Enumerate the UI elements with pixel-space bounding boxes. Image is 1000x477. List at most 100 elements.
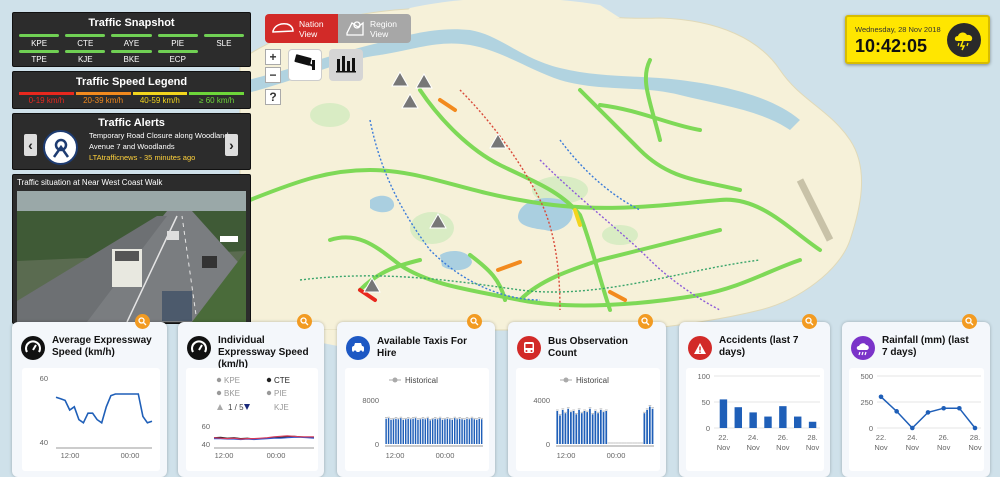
x-tick-unit: Nov xyxy=(776,443,790,452)
card-bus[interactable]: Bus Observation Count Historical 4000 0 12:… xyxy=(508,322,666,477)
region-view-button[interactable]: Region View xyxy=(338,14,411,43)
bar xyxy=(646,409,648,444)
bar xyxy=(597,413,599,444)
bar xyxy=(461,419,463,444)
card-rainfall[interactable]: Rainfall (mm) (last 7 days) 500 250 0 22. No… xyxy=(842,322,990,477)
taxis-chart[interactable]: Historical 8000 0 12:00 00:00 xyxy=(345,368,489,471)
legend-pager: 1 / 5 xyxy=(228,403,244,412)
bar xyxy=(591,414,594,444)
card-taxis[interactable]: Available Taxis For Hire Historical 8000 0… xyxy=(337,322,495,477)
accident-bar xyxy=(764,416,772,428)
x-tick-label: 00:00 xyxy=(121,451,140,460)
bar xyxy=(575,414,578,444)
legend-marker xyxy=(266,377,272,383)
region-view-label: Region View xyxy=(370,18,397,39)
card-accidents[interactable]: Accidents (last 7 days) 100 50 0 22. Nov 24. N… xyxy=(679,322,830,477)
bar xyxy=(385,418,387,444)
legend-label: 20-39 km/h xyxy=(83,96,124,105)
card-title: Rainfall (mm) (last 7 days) xyxy=(882,335,969,358)
legend-swatch xyxy=(189,92,244,95)
bar xyxy=(594,411,597,444)
bar xyxy=(387,418,390,444)
magnify-icon[interactable] xyxy=(802,314,817,329)
accident-bar xyxy=(794,416,802,428)
bar xyxy=(434,418,436,444)
speed-bar xyxy=(111,50,152,53)
alert-next-button[interactable]: › xyxy=(225,134,238,156)
bus-chart[interactable]: Historical 4000 0 12:00 00:00 xyxy=(516,368,660,471)
bar xyxy=(436,419,439,444)
bar xyxy=(402,419,404,444)
bar xyxy=(412,418,414,444)
snapshot-label: KJE xyxy=(77,55,93,64)
snapshot-label: ECP xyxy=(169,55,186,64)
bar xyxy=(643,413,646,444)
snapshot-title: Traffic Snapshot xyxy=(88,17,175,29)
speed-bar xyxy=(65,50,106,53)
bar xyxy=(407,418,409,444)
snapshot-cte[interactable]: CTE xyxy=(65,34,106,49)
legend-item: CTE xyxy=(274,376,290,385)
individual-speed-chart[interactable]: KPE CTE BKE PIE 1 / 5 KJE 60 40 12:00 00:00 xyxy=(186,368,318,471)
magnify-icon[interactable] xyxy=(638,314,653,329)
accident-bar xyxy=(779,406,787,428)
snapshot-kje[interactable]: KJE xyxy=(65,50,106,65)
y-tick-label: 4000 xyxy=(533,396,550,405)
camera-image[interactable] xyxy=(17,191,246,322)
snapshot-aye[interactable]: AYE xyxy=(111,34,152,49)
rainfall-point xyxy=(957,405,962,411)
snapshot-sle[interactable]: SLE xyxy=(203,34,244,49)
magnify-icon[interactable] xyxy=(962,314,977,329)
bar xyxy=(580,413,583,444)
accident-bar xyxy=(734,407,742,428)
legend-historical: Historical xyxy=(576,376,609,385)
y-tick-label: 60 xyxy=(40,374,48,383)
speed-bar xyxy=(157,34,198,37)
alert-content[interactable]: Temporary Road Closure along Woodlands A… xyxy=(89,130,234,163)
bar xyxy=(424,419,427,444)
speedometer-icon xyxy=(187,336,211,360)
rainfall-point xyxy=(894,409,899,414)
accident-bar xyxy=(749,412,757,428)
speed-bar xyxy=(65,34,106,37)
zoom-out-button[interactable]: − xyxy=(265,67,281,83)
snapshot-label: TPE xyxy=(31,55,47,64)
x-tick-unit: Nov xyxy=(806,443,820,452)
card-individual-speed[interactable]: Individual Expressway Speed (km/h) KPE CT… xyxy=(178,322,324,477)
magnify-icon[interactable] xyxy=(135,314,150,329)
snapshot-ecp[interactable]: ECP xyxy=(157,50,198,65)
snapshot-tpe[interactable]: TPE xyxy=(19,50,60,65)
speed-series-line xyxy=(55,393,153,425)
speedometer-icon xyxy=(21,336,45,360)
bar xyxy=(605,411,608,444)
x-tick-label: 22. xyxy=(876,433,886,442)
legend-next-arrow xyxy=(244,404,250,410)
snapshot-kpe[interactable]: KPE xyxy=(19,34,60,49)
accidents-chart[interactable]: 100 50 0 22. Nov 24. Nov 26. Nov 28. Nov xyxy=(686,368,824,471)
bar xyxy=(451,419,453,444)
snapshot-pie[interactable]: PIE xyxy=(157,34,198,49)
view-toggle: Nation View Region View xyxy=(265,14,411,43)
help-button[interactable]: ? xyxy=(265,89,281,105)
alert-prev-button[interactable]: ‹ xyxy=(24,134,37,156)
card-average-speed[interactable]: Average Expressway Speed (km/h) 60 40 12:0… xyxy=(12,322,167,477)
bar xyxy=(456,419,458,444)
average-speed-chart[interactable]: 60 40 12:00 00:00 xyxy=(22,368,160,471)
chart-toggle-button[interactable] xyxy=(329,49,363,81)
magnify-icon[interactable] xyxy=(297,314,312,329)
speed-bar xyxy=(203,34,244,37)
zoom-in-button[interactable]: + xyxy=(265,49,281,65)
magnify-icon[interactable] xyxy=(467,314,482,329)
card-title: Bus Observation Count xyxy=(548,336,629,359)
bar xyxy=(390,419,392,444)
bar xyxy=(463,419,466,444)
accident-bar xyxy=(719,399,728,428)
snapshot-bke[interactable]: BKE xyxy=(111,50,152,65)
camera-toggle-button[interactable] xyxy=(288,49,322,81)
nation-view-button[interactable]: Nation View xyxy=(265,14,338,43)
bar xyxy=(441,419,444,444)
bar xyxy=(446,418,449,444)
rainfall-chart[interactable]: 500 250 0 22. Nov 24. Nov 26. Nov 28. Nov xyxy=(849,368,984,471)
bar xyxy=(567,408,570,444)
y-tick-label: 40 xyxy=(40,438,48,447)
